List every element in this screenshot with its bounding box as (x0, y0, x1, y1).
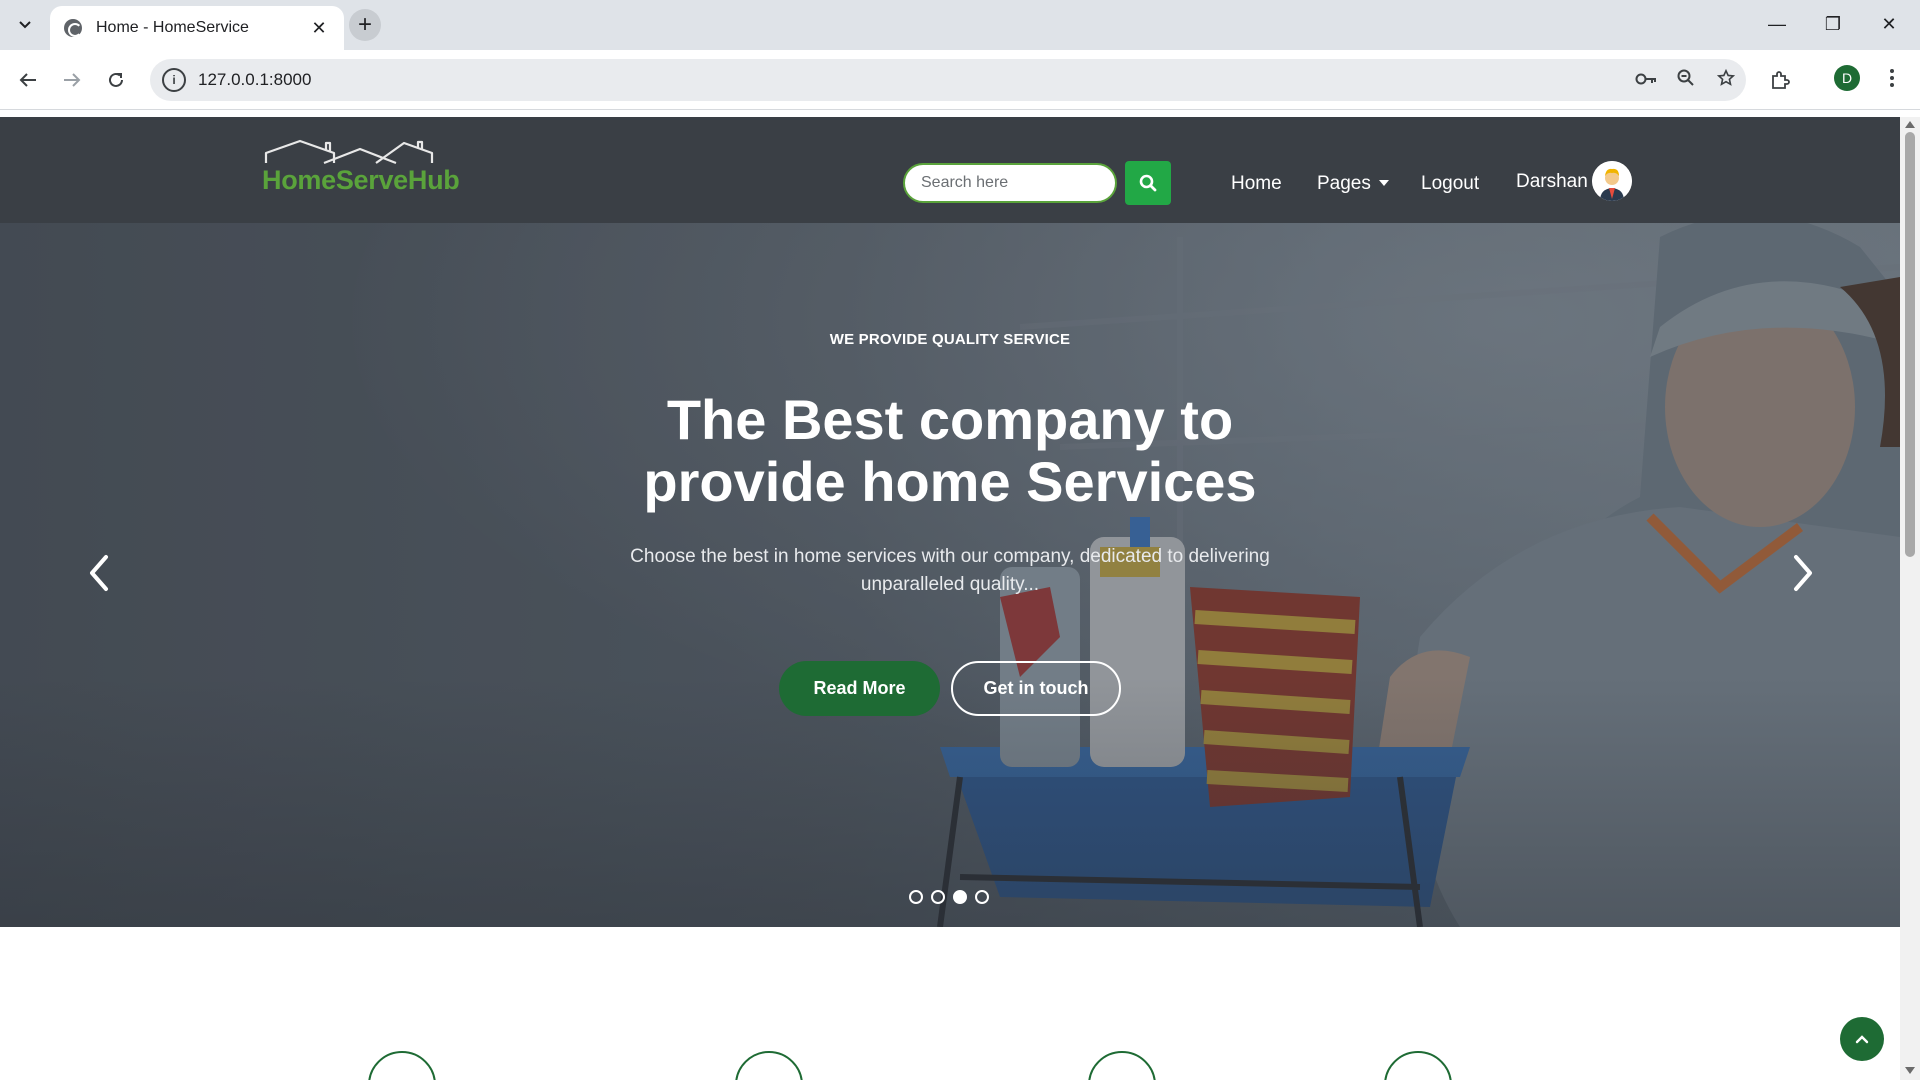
zoom-icon[interactable] (1666, 69, 1706, 92)
carousel-dot-1[interactable] (909, 890, 923, 904)
hero-eyebrow: WE PROVIDE QUALITY SERVICE (829, 331, 1071, 348)
nav-logout-link[interactable]: Logout (1421, 173, 1479, 195)
hero-subtext-line-1: Choose the best in home services with ou… (630, 546, 1270, 567)
search-button[interactable] (1125, 161, 1171, 205)
tab-title: Home - HomeService (96, 19, 249, 36)
chevron-up-icon (1855, 1035, 1869, 1044)
site-navbar: HomeServeHub Home Pages Logout Darshan (0, 117, 1900, 223)
browser-menu-icon[interactable] (1880, 62, 1904, 94)
tab-search-chevron-icon[interactable] (10, 12, 40, 38)
scroll-up-arrow-icon[interactable] (1905, 121, 1915, 128)
search-form (903, 161, 1171, 205)
profile-avatar[interactable]: D (1834, 65, 1860, 91)
page-viewport: WE PROVIDE QUALITY SERVICE The Best comp… (0, 117, 1900, 1080)
browser-tab-active[interactable]: Home - HomeService ✕ (50, 6, 344, 50)
nav-pages-dropdown[interactable]: Pages (1317, 173, 1389, 195)
reload-icon[interactable] (100, 64, 132, 96)
browser-toolbar: i 127.0.0.1:8000 (0, 50, 1920, 110)
site-logo[interactable]: HomeServeHub (262, 139, 462, 201)
back-arrow-icon[interactable] (12, 64, 44, 96)
feature-icon-4 (1384, 1051, 1452, 1080)
feature-icon-1 (368, 1051, 436, 1080)
get-in-touch-button[interactable]: Get in touch (951, 661, 1121, 716)
close-window-button[interactable]: ✕ (1864, 8, 1914, 40)
extensions-puzzle-icon[interactable] (1764, 64, 1796, 96)
search-input[interactable] (903, 163, 1117, 203)
hero-caption: WE PROVIDE QUALITY SERVICE The Best comp… (0, 117, 1900, 927)
page-scrollbar[interactable] (1900, 117, 1920, 1080)
hero-carousel: WE PROVIDE QUALITY SERVICE The Best comp… (0, 117, 1900, 927)
carousel-dot-3[interactable] (953, 890, 967, 904)
user-avatar[interactable] (1592, 161, 1632, 201)
tab-close-icon[interactable]: ✕ (308, 18, 330, 39)
chevron-right-icon[interactable] (1784, 551, 1820, 595)
feature-icon-2 (735, 1051, 803, 1080)
address-bar[interactable]: i 127.0.0.1:8000 (150, 59, 1746, 101)
restore-button[interactable]: ❐ (1808, 8, 1858, 40)
chevron-left-icon[interactable] (82, 551, 118, 595)
browser-tabstrip: Home - HomeService ✕ + — ❐ ✕ (0, 0, 1920, 50)
caret-down-icon (1378, 180, 1389, 186)
globe-icon (64, 19, 82, 37)
back-to-top-button[interactable] (1840, 1017, 1884, 1061)
site-info-icon[interactable]: i (162, 68, 186, 92)
read-more-button[interactable]: Read More (779, 661, 940, 716)
carousel-dot-2[interactable] (931, 890, 945, 904)
url-text[interactable]: 127.0.0.1:8000 (198, 70, 1626, 90)
forward-arrow-icon[interactable] (56, 64, 88, 96)
carousel-indicators (909, 890, 989, 904)
nav-pages-label: Pages (1317, 173, 1371, 194)
logo-text: HomeServeHub (262, 165, 460, 195)
carousel-dot-4[interactable] (975, 890, 989, 904)
password-key-icon[interactable] (1626, 70, 1666, 91)
hero-headline: The Best company to provide home Service… (560, 389, 1340, 513)
house-roof-icon (264, 139, 434, 165)
bookmark-star-icon[interactable] (1706, 68, 1746, 92)
hero-subtext-line-2: unparalleled quality... (860, 574, 1040, 595)
hero-headline-line-2: provide home Services (643, 450, 1257, 513)
hero-headline-line-1: The Best company to (666, 388, 1234, 451)
scrollbar-thumb[interactable] (1905, 132, 1915, 557)
scroll-down-arrow-icon[interactable] (1905, 1067, 1915, 1074)
new-tab-button[interactable]: + (349, 9, 381, 41)
search-icon (1139, 174, 1157, 192)
hero-subtext: Choose the best in home services with ou… (610, 543, 1290, 599)
feature-icon-3 (1088, 1051, 1156, 1080)
user-name[interactable]: Darshan (1516, 171, 1588, 193)
minimize-button[interactable]: — (1752, 8, 1802, 40)
nav-home-link[interactable]: Home (1231, 173, 1282, 195)
